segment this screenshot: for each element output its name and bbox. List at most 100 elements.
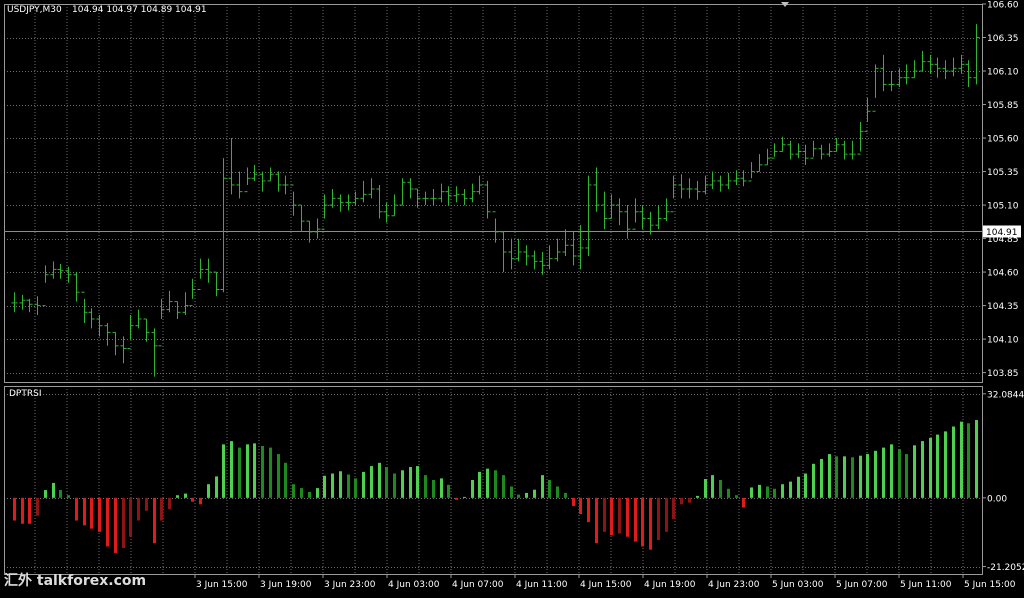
dptrsi-bar [742,497,745,508]
dptrsi-bar [952,426,955,498]
dptrsi-bar [176,495,179,498]
price-candle [104,323,111,346]
price-candle [678,174,685,199]
price-candle [515,238,522,262]
price-candle [166,290,173,313]
dptrsi-bar [191,497,194,502]
dptrsi-bar [641,497,644,547]
price-candle [756,154,763,173]
osc-tick-label: 0.00 [987,494,1007,504]
dptrsi-bar [137,497,140,521]
price-candle [639,205,646,230]
price-candle [135,309,142,329]
price-candle [42,265,49,307]
time-tick-label: 3 Jun 19:00 [260,580,312,590]
dptrsi-bar [36,497,39,516]
price-candle [818,144,825,160]
dptrsi-bar [75,497,78,521]
dptrsi-bar [960,421,963,498]
price-candle [430,188,437,206]
price-candle [228,138,235,195]
price-candle [554,238,561,262]
price-candle [11,292,18,313]
time-tick-label: 3 Jun 15:00 [196,580,248,590]
price-candle [484,180,491,219]
dptrsi-bar [548,480,551,498]
chart-window: 106.60 106.35 106.10 105.85 105.60 105.35 105.… [0,0,1024,594]
price-candle [120,336,127,364]
price-candle [593,167,600,212]
price-candle [391,194,398,217]
price-candle [686,178,693,199]
dptrsi-bar [238,447,241,498]
price-candle [158,298,165,347]
price-candle [337,194,344,212]
price-tick-label: 104.10 [987,336,1019,346]
dptrsi-bar [905,454,908,498]
dptrsi-bar [735,495,738,498]
dptrsi-bar [882,447,885,498]
price-candle [864,97,871,132]
price-candles [11,24,980,377]
price-candle [748,162,755,182]
price-tick-label: 105.35 [987,168,1019,178]
dptrsi-bar [199,497,202,505]
price-candle [663,198,670,222]
dptrsi-bar [83,497,86,526]
price-candle [476,175,483,195]
price-candle [345,194,352,211]
price-candle [601,191,608,230]
price-candle [414,188,421,208]
price-candle [469,183,476,203]
time-tick-label: 4 Jun 15:00 [580,580,632,590]
dptrsi-bar [486,468,489,498]
price-candle [849,140,856,160]
dptrsi-bar [610,497,613,536]
price-candle [880,54,887,92]
price-candle [399,178,406,206]
dptrsi-bar [370,466,373,498]
price-candle [694,180,701,200]
dptrsi-bar [52,482,55,498]
dptrsi-bar [835,456,838,498]
price-candle [73,272,80,302]
dptrsi-bar [859,455,862,498]
dptrsi-bar [704,479,707,498]
dptrsi-bar [843,456,846,498]
price-candle [143,318,150,342]
dptrsi-bar [347,474,350,498]
price-candle [81,291,88,324]
dptrsi-bar [284,462,287,498]
dptrsi-bar [828,454,831,498]
price-candle [826,143,833,157]
dptrsi-bar [300,488,303,498]
dptrsi-bar [246,444,249,498]
dptrsi-bar [339,471,342,498]
price-candle [911,60,918,79]
price-candle [927,54,934,74]
price-tick-label: 105.60 [987,135,1019,145]
price-candle [810,140,817,159]
price-candle [670,175,677,213]
price-candle [523,245,530,266]
dptrsi-bar [874,450,877,498]
dptrsi-bar [502,475,505,498]
price-candle [267,167,274,182]
dptrsi-bar [680,497,683,505]
price-candle [934,57,941,78]
dptrsi-bar [657,497,660,540]
dptrsi-bar [556,486,559,498]
dptrsi-bar [595,497,598,544]
dptrsi-bar [812,463,815,498]
price-candle [585,175,592,256]
price-tick-label: 105.10 [987,202,1019,212]
dptrsi-bar [921,441,924,498]
price-tick-label: 104.60 [987,269,1019,279]
price-candle [65,266,72,283]
dptrsi-bar [758,484,761,498]
price-candle [903,64,910,85]
price-candle [492,211,499,243]
dptrsi-bar [98,497,101,532]
time-axis: 3 Jun 15:00 3 Jun 19:00 3 Jun 23:00 4 Jun 0… [194,574,1016,590]
dptrsi-bar [773,488,776,498]
